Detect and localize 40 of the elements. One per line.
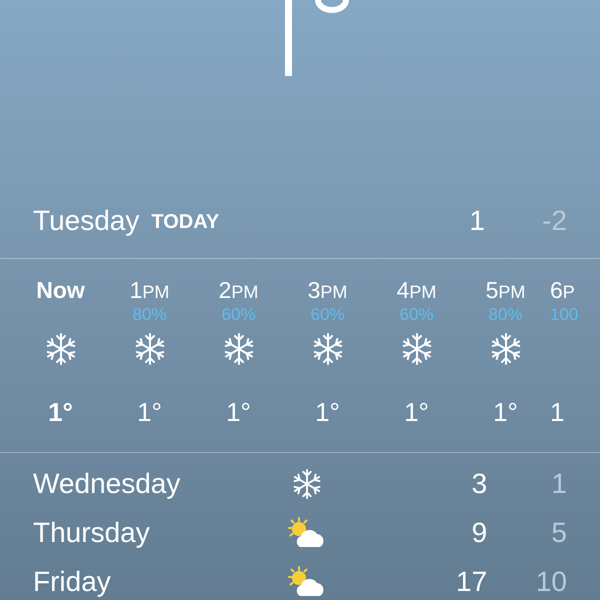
hour-label: Now — [36, 277, 85, 305]
precipitation-chance: 60% — [310, 305, 345, 324]
precipitation-chance: 60% — [221, 305, 256, 324]
high-temperature: 17 — [455, 566, 488, 598]
high-temperature: 9 — [470, 516, 488, 548]
high-temperature: 1 — [468, 205, 485, 237]
hour-temperature: 1° — [493, 397, 518, 428]
high-temperature: 3 — [470, 468, 488, 500]
day-name: Friday — [33, 566, 112, 598]
snowflake-icon — [312, 333, 344, 365]
snowflake-icon — [44, 333, 76, 365]
hour-label: 4PM — [396, 277, 436, 305]
snowflake-icon — [292, 468, 322, 498]
precipitation-chance: 80% — [132, 305, 167, 324]
low-temperature: 10 — [534, 566, 567, 598]
low-temperature: 1 — [550, 468, 567, 500]
precipitation-chance: 80% — [488, 305, 523, 324]
hour-temperature: 1° — [48, 397, 73, 428]
hour-temperature: 1° — [137, 397, 162, 428]
precipitation-chance: 60% — [399, 305, 434, 324]
hour-label: 3PM — [308, 277, 348, 305]
snowflake-icon — [400, 333, 432, 365]
today-label: TODAY — [151, 211, 220, 234]
hour-temperature: 1° — [226, 397, 251, 428]
hour-label: 2PM — [218, 277, 258, 305]
day-name: Tuesday — [33, 205, 140, 237]
low-temperature: -2 — [541, 205, 567, 237]
day-name: Wednesday — [33, 468, 182, 500]
precipitation-chance: 100 — [550, 305, 578, 324]
day-name: Thursday — [33, 516, 151, 548]
hour-temperature: 1° — [315, 397, 340, 428]
hour-temperature: 1° — [404, 397, 429, 428]
snowflake-icon — [222, 333, 254, 365]
snowflake-icon — [490, 333, 522, 365]
low-temperature: 5 — [550, 516, 567, 548]
hour-label: 1PM — [130, 277, 170, 305]
hour-temperature: 1 — [550, 397, 564, 428]
hour-label: 5PM — [486, 277, 526, 305]
hour-label: 6P — [550, 277, 575, 305]
snowflake-icon — [134, 333, 166, 365]
